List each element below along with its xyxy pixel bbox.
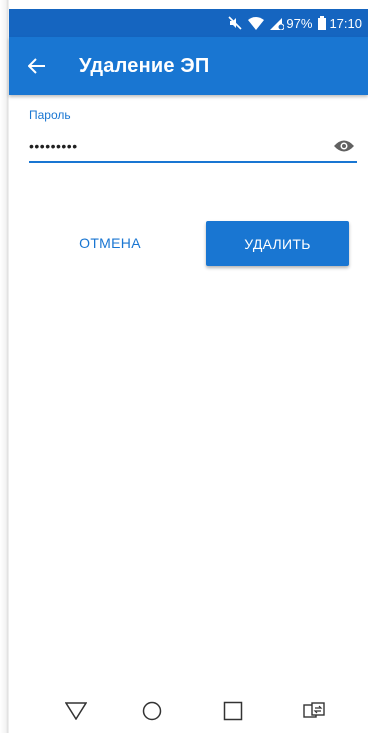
- toggle-visibility-button[interactable]: [331, 136, 357, 156]
- back-triangle-icon: [65, 702, 87, 720]
- switch-apps-icon: [303, 702, 325, 718]
- nav-home-button[interactable]: [137, 696, 167, 726]
- arrow-back-icon: [28, 58, 45, 74]
- back-button[interactable]: [9, 37, 65, 95]
- password-label: Пароль: [29, 108, 71, 122]
- screen-edge: [0, 0, 9, 733]
- wifi-icon: [248, 16, 265, 30]
- password-field[interactable]: Пароль •••••••••: [29, 108, 357, 164]
- delete-button[interactable]: УДАЛИТЬ: [206, 221, 349, 266]
- mute-icon: [228, 16, 242, 30]
- home-circle-icon: [142, 701, 162, 721]
- status-bar: 97% 17:10: [9, 9, 368, 37]
- clock: 17:10: [329, 15, 362, 31]
- password-underline: [29, 161, 357, 163]
- app-bar: Удаление ЭП: [9, 37, 368, 95]
- sim-icon: [270, 16, 285, 30]
- cancel-button[interactable]: ОТМЕНА: [70, 223, 150, 263]
- nav-switch-button[interactable]: [299, 696, 329, 726]
- nav-recents-button[interactable]: [218, 696, 248, 726]
- battery-percent: 97%: [286, 15, 313, 31]
- page-title: Удаление ЭП: [79, 54, 210, 77]
- password-input[interactable]: •••••••••: [29, 138, 78, 154]
- nav-back-button[interactable]: [61, 696, 91, 726]
- eye-icon: [334, 140, 354, 152]
- battery-icon: [318, 16, 327, 30]
- navigation-bar: [9, 690, 368, 733]
- recents-square-icon: [223, 701, 243, 721]
